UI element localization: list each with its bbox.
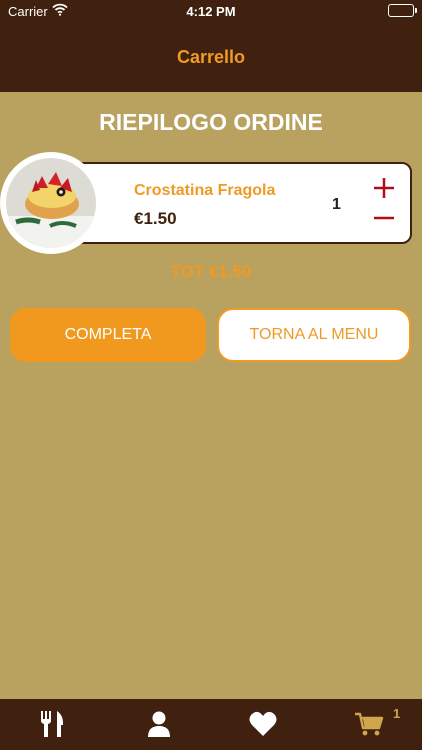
nav-title: Carrello xyxy=(176,47,246,67)
tab-bar xyxy=(0,699,422,750)
heart-icon[interactable] xyxy=(248,709,278,739)
cart-icon[interactable] xyxy=(354,709,384,739)
item-name: Crostatina Fragola xyxy=(134,182,276,199)
complete-button[interactable]: COMPLETA xyxy=(10,308,206,362)
battery-icon xyxy=(388,4,417,17)
item-price: €1.50 xyxy=(134,209,177,228)
plus-icon[interactable] xyxy=(372,176,396,200)
status-time: 4:12 PM xyxy=(186,4,236,19)
minus-icon[interactable] xyxy=(372,206,396,230)
cart-badge: 1 xyxy=(393,706,401,721)
back-to-menu-button[interactable]: TORNA AL MENU xyxy=(217,308,411,362)
nav-bar: Carrello xyxy=(0,22,422,92)
fork-knife-icon[interactable] xyxy=(38,709,68,739)
product-image xyxy=(0,152,102,254)
order-summary-title: RIEPILOGO ORDINE xyxy=(99,109,323,135)
order-total: TOT €1.50 xyxy=(170,262,252,281)
item-quantity: 1 xyxy=(332,196,341,213)
user-icon[interactable] xyxy=(144,709,174,739)
status-bar: Carrier 4:12 PM xyxy=(0,0,422,22)
